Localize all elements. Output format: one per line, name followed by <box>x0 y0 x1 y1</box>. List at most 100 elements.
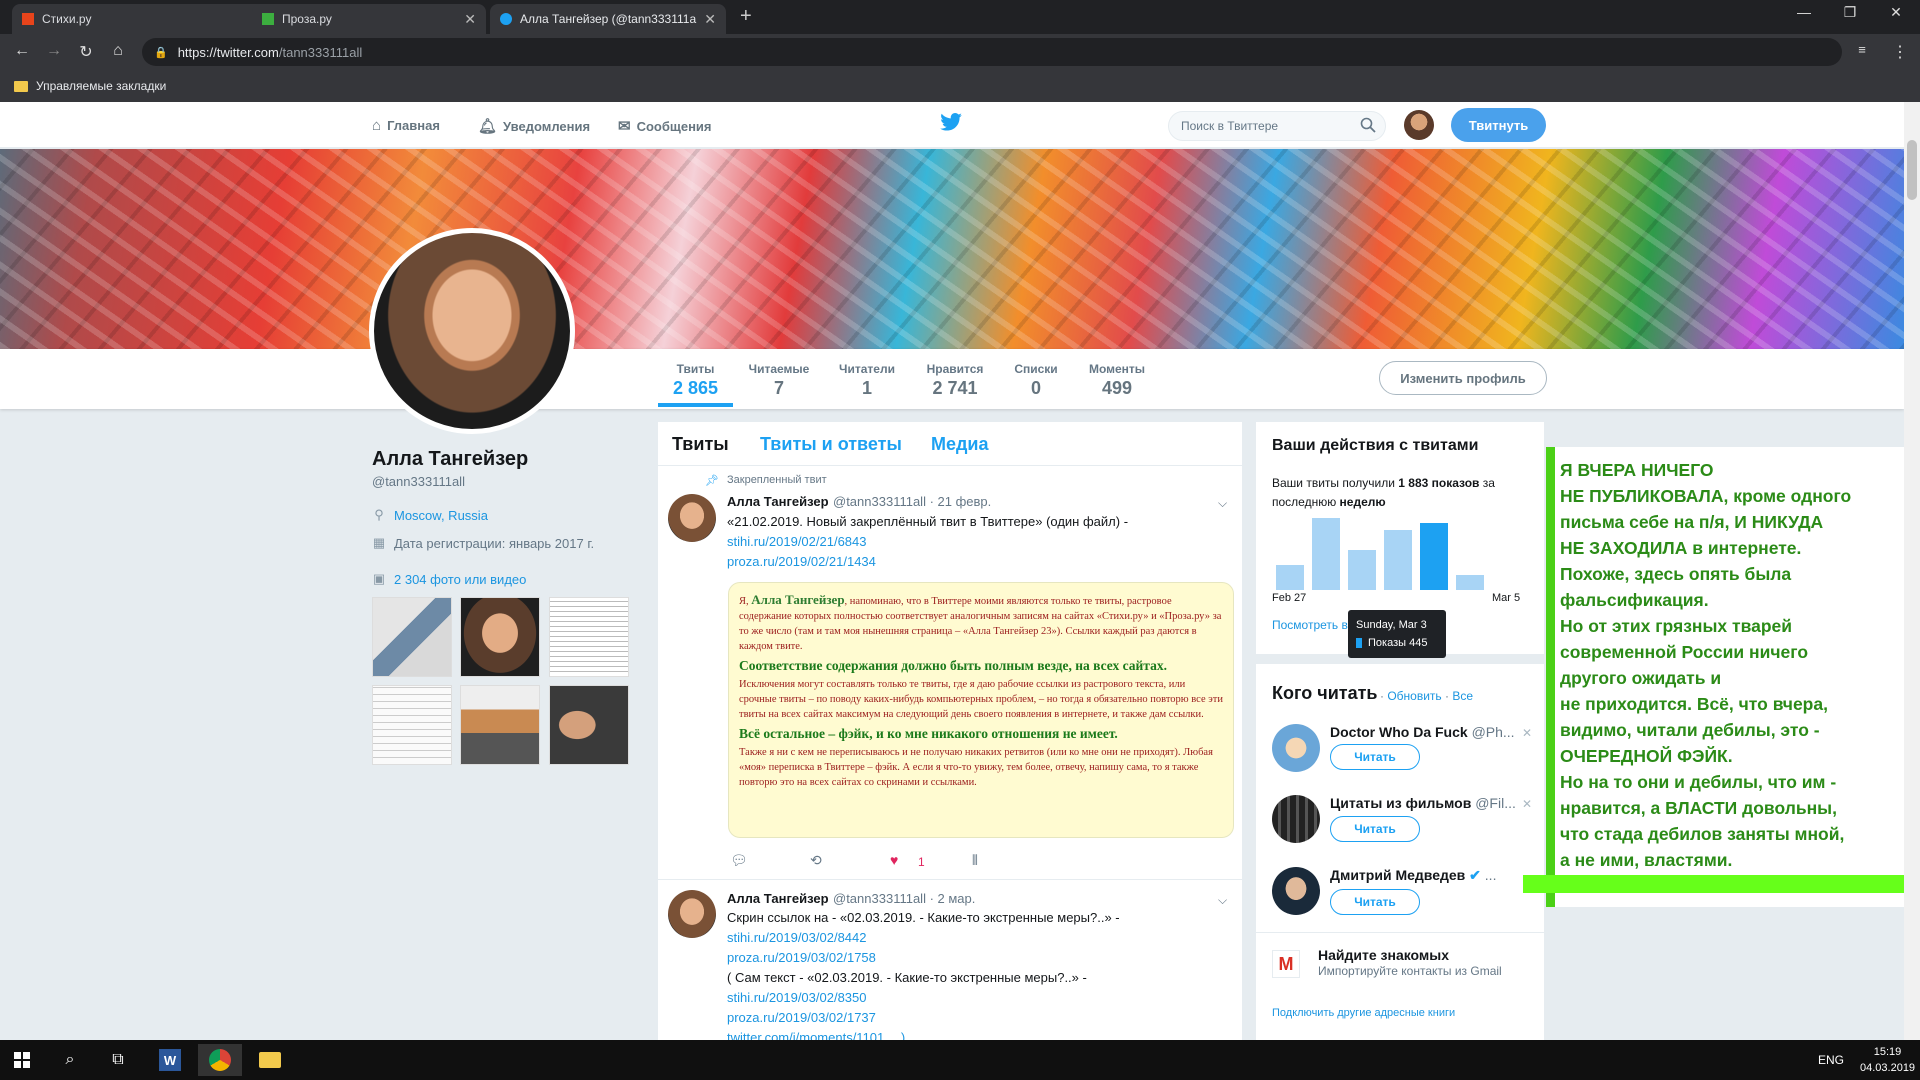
tweet-link[interactable]: proza.ru/2019/02/21/1434 <box>727 552 876 572</box>
media-thumbnail[interactable] <box>549 685 629 765</box>
language-indicator[interactable]: ENG <box>1818 1053 1844 1067</box>
media-thumbnail[interactable] <box>460 685 540 765</box>
tweet-menu-chevron-down-icon[interactable]: ⌵ <box>1218 893 1227 908</box>
refresh-link[interactable]: Обновить <box>1387 689 1441 703</box>
find-friends-title[interactable]: Найдите знакомых <box>1318 947 1449 963</box>
tweet-meta[interactable]: @tann333111all · 2 мар. <box>833 891 975 906</box>
tab-twitter-active[interactable]: Алла Тангейзер (@tann333111a ✕ <box>490 4 726 34</box>
search-input[interactable]: Поиск в Твиттере <box>1168 111 1386 141</box>
follow-button[interactable]: Читать <box>1330 889 1420 915</box>
file-explorer-icon[interactable] <box>248 1044 292 1076</box>
analytics-icon[interactable]: ⫴ <box>972 852 978 869</box>
like-heart-icon[interactable]: ♥ <box>890 852 898 868</box>
suggested-account-name[interactable]: Цитаты из фильмов @Fil... <box>1330 795 1516 811</box>
close-window-icon[interactable]: ✕ <box>1876 4 1916 21</box>
tweet-text: ( Сам текст - «02.03.2019. - Какие-то эк… <box>727 970 1087 985</box>
tweet-link[interactable]: proza.ru/2019/03/02/1758 <box>727 948 876 968</box>
tab-tweets[interactable]: Твиты <box>672 434 729 455</box>
location-link[interactable]: Moscow, Russia <box>394 508 488 523</box>
suggested-account-name[interactable]: Doctor Who Da Fuck @Ph... <box>1330 724 1515 740</box>
media-thumbnail[interactable] <box>549 597 629 677</box>
media-thumbnail[interactable] <box>372 685 452 765</box>
twitter-bird-icon[interactable] <box>940 113 962 131</box>
windows-start-icon[interactable] <box>0 1044 44 1076</box>
media-thumbnail[interactable] <box>460 597 540 677</box>
close-tab-icon[interactable]: ✕ <box>464 11 476 28</box>
photos-videos-link[interactable]: ▣ 2 304 фото или видео <box>372 571 527 587</box>
tweet-image[interactable]: Я, Алла Тангейзер, напоминаю, что в Твит… <box>728 582 1234 838</box>
chart-bar[interactable] <box>1311 518 1341 590</box>
view-all-link[interactable]: Все <box>1452 689 1473 703</box>
tweet-avatar[interactable] <box>668 494 716 542</box>
stat-following[interactable]: Читаемые 7 <box>744 362 814 399</box>
tweet-meta[interactable]: @tann333111all · 21 февр. <box>833 494 991 509</box>
address-bar[interactable]: 🔒 https://twitter.com/tann333111all <box>142 38 1842 66</box>
profile-avatar[interactable] <box>369 228 575 434</box>
stat-lists[interactable]: Списки 0 <box>1006 362 1066 399</box>
tab-media[interactable]: Медиа <box>931 434 989 455</box>
nav-home[interactable]: ⌂ Главная <box>372 117 440 134</box>
page-scrollbar[interactable] <box>1904 102 1920 1040</box>
new-tab-icon[interactable]: + <box>740 5 752 28</box>
tweet-menu-chevron-down-icon[interactable]: ⌵ <box>1218 496 1227 511</box>
scrollbar-thumb[interactable] <box>1907 140 1917 200</box>
import-contacts-link[interactable]: Импортируйте контакты из Gmail <box>1318 964 1502 978</box>
stat-followers[interactable]: Читатели 1 <box>832 362 902 399</box>
tweet-link[interactable]: stihi.ru/2019/03/02/8350 <box>727 988 867 1008</box>
tweet-link[interactable]: proza.ru/2019/03/02/1737 <box>727 1008 876 1028</box>
tweet-author[interactable]: Алла Тангейзер <box>727 891 829 906</box>
system-clock[interactable]: 15:19 04.03.2019 <box>1860 1044 1915 1076</box>
back-icon[interactable]: ← <box>12 42 32 60</box>
reload-icon[interactable]: ↻ <box>76 42 96 62</box>
search-icon[interactable] <box>1360 117 1376 133</box>
account-avatar[interactable] <box>1272 795 1320 843</box>
extension-icon[interactable]: ≡ <box>1852 42 1872 57</box>
bookmark-folder[interactable]: Управляемые закладки <box>36 79 166 93</box>
tab-tweets-replies[interactable]: Твиты и ответы <box>760 434 902 455</box>
task-view-icon[interactable]: ⧉ <box>96 1044 140 1076</box>
tweet-link[interactable]: stihi.ru/2019/03/02/8442 <box>727 928 867 948</box>
tweet-author[interactable]: Алла Тангейзер <box>727 494 829 509</box>
stat-moments[interactable]: Моменты 499 <box>1080 362 1154 399</box>
edit-profile-button[interactable]: Изменить профиль <box>1379 361 1547 395</box>
profile-name[interactable]: Алла Тангейзер <box>372 448 528 471</box>
connect-address-books-link[interactable]: Подключить другие адресные книги <box>1272 1007 1455 1019</box>
search-icon[interactable]: ⌕ <box>48 1044 92 1076</box>
follow-button[interactable]: Читать <box>1330 816 1420 842</box>
chart-bar[interactable] <box>1455 575 1485 590</box>
menu-icon[interactable]: ⋮ <box>1890 42 1910 62</box>
retweet-icon[interactable]: ⟲ <box>810 852 822 869</box>
tab-stihi[interactable]: Стихи.ру ✕ <box>12 4 274 34</box>
follow-button[interactable]: Читать <box>1330 744 1420 770</box>
tab-proza[interactable]: Проза.ру ✕ <box>252 4 486 34</box>
home-icon[interactable]: ⌂ <box>108 42 128 60</box>
restore-icon[interactable]: ❐ <box>1830 4 1870 21</box>
forward-icon[interactable]: → <box>44 42 64 60</box>
tweet-avatar[interactable] <box>668 890 716 938</box>
tweet-link[interactable]: stihi.ru/2019/02/21/6843 <box>727 532 867 552</box>
account-avatar[interactable] <box>1272 724 1320 772</box>
tweet-button[interactable]: Твитнуть <box>1451 108 1546 142</box>
tweet-link[interactable]: twitter.com/i/moments/1101… ) <box>727 1028 905 1040</box>
close-tab-icon[interactable]: ✕ <box>704 11 716 28</box>
account-avatar[interactable] <box>1272 867 1320 915</box>
chart-bar[interactable] <box>1275 564 1305 590</box>
chart-bar[interactable] <box>1383 530 1413 590</box>
impressions-chart[interactable] <box>1272 518 1524 590</box>
suggested-account-name[interactable]: Дмитрий Медведев ✔ ... <box>1330 867 1496 884</box>
stat-likes[interactable]: Нравится 2 741 <box>918 362 992 399</box>
media-thumbnail[interactable] <box>372 597 452 677</box>
minimize-icon[interactable]: — <box>1784 4 1824 20</box>
chart-bar[interactable] <box>1419 523 1449 590</box>
chrome-app-icon[interactable] <box>198 1044 242 1076</box>
nav-notifications[interactable]: 🔔︎ Уведомления <box>478 117 590 135</box>
word-app-icon[interactable]: W <box>148 1044 192 1076</box>
stat-tweets[interactable]: Твиты 2 865 <box>658 362 733 399</box>
profile-handle[interactable]: @tann333111all <box>372 474 465 489</box>
account-avatar[interactable] <box>1404 110 1434 140</box>
reply-icon[interactable]: 💬︎ <box>730 852 748 869</box>
dismiss-icon[interactable]: ✕ <box>1522 797 1532 811</box>
nav-messages[interactable]: ✉ Сообщения <box>618 117 712 135</box>
dismiss-icon[interactable]: ✕ <box>1522 726 1532 740</box>
chart-bar[interactable] <box>1347 549 1377 590</box>
